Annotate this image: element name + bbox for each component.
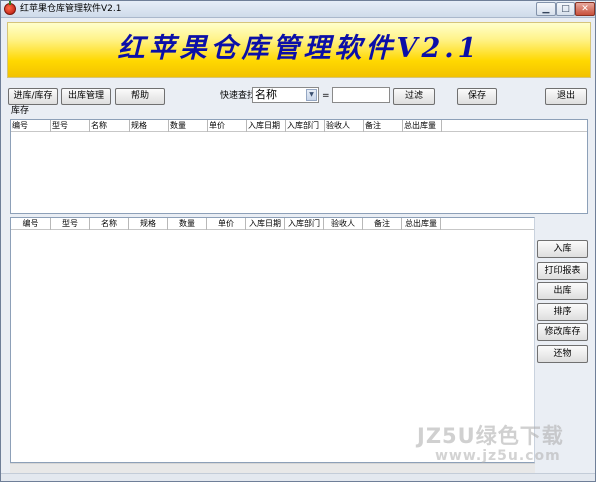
app-window: 红苹果仓库管理软件V2.1 ▁ □ ✕ 红苹果仓库管理软件V2.1 进库/库存 … [0,0,596,482]
help-button[interactable]: 帮助 [115,88,165,105]
apple-icon [4,1,16,15]
minimize-button[interactable]: ▁ [536,2,556,16]
column-header[interactable]: 数量 [169,120,208,132]
column-header[interactable]: 规格 [129,218,168,230]
horizontal-scrollbar[interactable] [10,463,535,473]
inventory-table[interactable]: 编号 型号 名称 规格 数量 单价 入库日期 入库部门 验收人 备注 总出库量 [10,119,588,214]
sort-button[interactable]: 排序 [537,303,588,321]
column-header[interactable]: 编号 [11,218,51,230]
column-header[interactable]: 名称 [90,218,129,230]
column-header[interactable]: 编号 [11,120,51,132]
detail-table[interactable]: 编号 型号 名称 规格 数量 单价 入库日期 入库部门 验收人 备注 总出库量 [10,217,535,463]
column-header[interactable]: 总出库量 [402,218,441,230]
app-banner: 红苹果仓库管理软件V2.1 [7,22,591,78]
stock-out-button[interactable]: 出库 [537,282,588,300]
column-header[interactable]: 型号 [51,120,90,132]
search-input[interactable] [332,87,390,103]
return-goods-button[interactable]: 还物 [537,345,588,363]
column-header[interactable]: 入库部门 [286,120,325,132]
filter-button[interactable]: 过滤 [393,88,435,105]
search-field-select[interactable]: 名称 ▼ [252,87,319,103]
quick-search-label: 快速查找 [220,91,257,101]
column-header[interactable]: 单价 [207,218,246,230]
status-bar [1,473,595,481]
chevron-down-icon[interactable]: ▼ [306,89,317,101]
stock-out-management-button[interactable]: 出库管理 [61,88,111,105]
column-header[interactable]: 备注 [364,120,403,132]
column-header[interactable]: 型号 [51,218,90,230]
column-header[interactable]: 入库部门 [285,218,324,230]
window-title: 红苹果仓库管理软件V2.1 [20,4,122,14]
column-header[interactable]: 名称 [90,120,130,132]
edit-stock-button[interactable]: 修改库存 [537,323,588,341]
print-report-button[interactable]: 打印报表 [537,262,588,280]
inventory-group-label: 库存 [11,106,30,116]
column-header[interactable]: 入库日期 [246,218,285,230]
column-header[interactable]: 数量 [168,218,207,230]
column-header[interactable]: 单价 [208,120,247,132]
close-button[interactable]: ✕ [575,2,595,16]
equals-label: = [322,91,330,101]
column-header[interactable]: 验收人 [324,218,363,230]
column-header[interactable]: 验收人 [325,120,364,132]
column-header[interactable]: 总出库量 [403,120,442,132]
column-header[interactable]: 入库日期 [247,120,286,132]
maximize-button[interactable]: □ [556,2,575,16]
save-button[interactable]: 保存 [457,88,497,105]
column-header[interactable]: 备注 [363,218,402,230]
stock-in-stock-button[interactable]: 进库/库存 [8,88,58,105]
inventory-table-header: 编号 型号 名称 规格 数量 单价 入库日期 入库部门 验收人 备注 总出库量 [11,120,587,132]
exit-button[interactable]: 退出 [545,88,587,105]
detail-table-header: 编号 型号 名称 规格 数量 单价 入库日期 入库部门 验收人 备注 总出库量 [11,218,534,230]
column-header[interactable]: 规格 [130,120,169,132]
stock-in-button[interactable]: 入库 [537,240,588,258]
search-field-value: 名称 [255,88,277,101]
banner-title: 红苹果仓库管理软件V2.1 [117,33,481,64]
title-bar[interactable]: 红苹果仓库管理软件V2.1 ▁ □ ✕ [1,1,595,18]
